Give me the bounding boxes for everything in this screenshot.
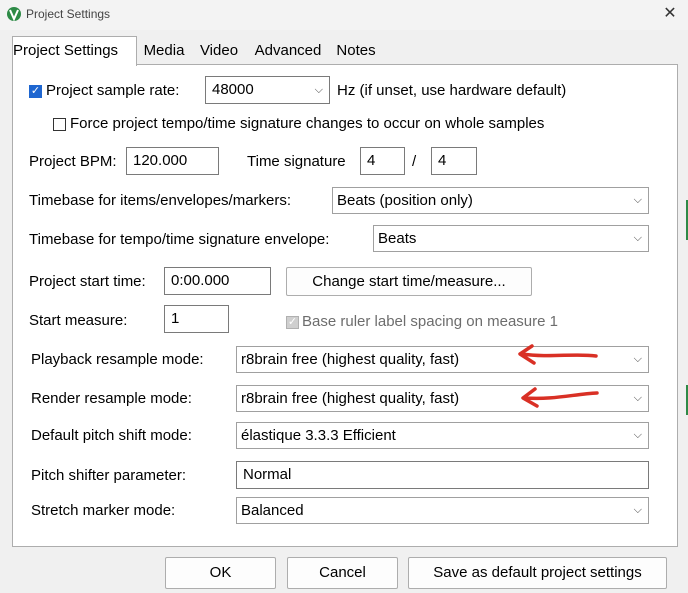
sample-rate-combo[interactable]: 48000 ⌵ [205,76,330,104]
pitch-shift-label: Default pitch shift mode: [31,427,192,444]
change-start-time-button[interactable]: Change start time/measure... [286,267,532,296]
tab-video[interactable]: Video [193,39,245,63]
chevron-down-icon: ⌵ [633,392,642,404]
chevron-down-icon: ⌵ [633,353,642,365]
pitch-shift-dropdown[interactable]: élastique 3.3.3 Efficient ⌵ [236,422,649,449]
window-title: Project Settings [26,7,111,21]
tab-media[interactable]: Media [138,39,190,63]
timebase-tempo-dropdown[interactable]: Beats ⌵ [373,225,649,252]
app-logo-icon [7,7,21,22]
cancel-button[interactable]: Cancel [287,557,398,589]
tab-project-settings[interactable]: Project Settings [12,36,137,66]
stretch-marker-label: Stretch marker mode: [31,502,176,519]
chevron-down-icon: ⌵ [633,504,642,516]
save-default-button[interactable]: Save as default project settings [408,557,667,589]
start-measure-input[interactable]: 1 [164,305,229,333]
force-tempo-checkbox[interactable] [53,118,66,131]
base-ruler-label: Base ruler label spacing on measure 1 [302,313,558,330]
stretch-marker-dropdown[interactable]: Balanced ⌵ [236,497,649,524]
tab-notes[interactable]: Notes [331,39,381,63]
chevron-down-icon: ⌵ [633,429,642,441]
render-resample-value: r8brain free (highest quality, fast) [241,390,460,407]
time-signature-label: Time signature [247,153,346,170]
time-signature-slash: / [412,153,417,170]
chevron-down-icon: ⌵ [633,232,642,244]
start-time-input[interactable]: 0:00.000 [164,267,271,295]
chevron-down-icon: ⌵ [633,194,642,206]
sample-rate-value: 48000 [212,81,254,98]
chevron-down-icon: ⌵ [314,84,323,96]
annotation-arrow-icon [521,387,599,408]
base-ruler-checkbox[interactable]: ✓ [286,316,299,329]
timebase-tempo-label: Timebase for tempo/time signature envelo… [29,231,330,248]
time-signature-denominator[interactable]: 4 [431,147,477,175]
render-resample-label: Render resample mode: [31,390,192,407]
sample-rate-label: Project sample rate: [46,82,180,99]
stretch-marker-value: Balanced [241,502,304,519]
pitch-param-input[interactable]: Normal [236,461,649,489]
playback-resample-value: r8brain free (highest quality, fast) [241,351,460,368]
playback-resample-label: Playback resample mode: [31,351,204,368]
annotation-arrow-icon [518,344,598,365]
bpm-label: Project BPM: [29,153,117,170]
start-time-label: Project start time: [29,273,146,290]
time-signature-numerator[interactable]: 4 [360,147,405,175]
timebase-items-label: Timebase for items/envelopes/markers: [29,192,292,209]
pitch-shift-value: élastique 3.3.3 Efficient [241,427,396,444]
start-measure-label: Start measure: [29,312,128,329]
timebase-tempo-value: Beats [378,230,417,247]
close-icon[interactable]: ✕ [660,4,680,24]
timebase-items-dropdown[interactable]: Beats (position only) ⌵ [332,187,649,214]
ok-button[interactable]: OK [165,557,276,589]
tab-advanced[interactable]: Advanced [248,39,328,63]
force-tempo-label: Force project tempo/time signature chang… [70,115,545,132]
sample-rate-checkbox[interactable]: ✓ [29,85,42,98]
timebase-items-value: Beats (position only) [337,192,473,209]
bpm-input[interactable]: 120.000 [126,147,219,175]
sample-rate-suffix: Hz (if unset, use hardware default) [337,82,567,99]
pitch-param-label: Pitch shifter parameter: [31,467,187,484]
